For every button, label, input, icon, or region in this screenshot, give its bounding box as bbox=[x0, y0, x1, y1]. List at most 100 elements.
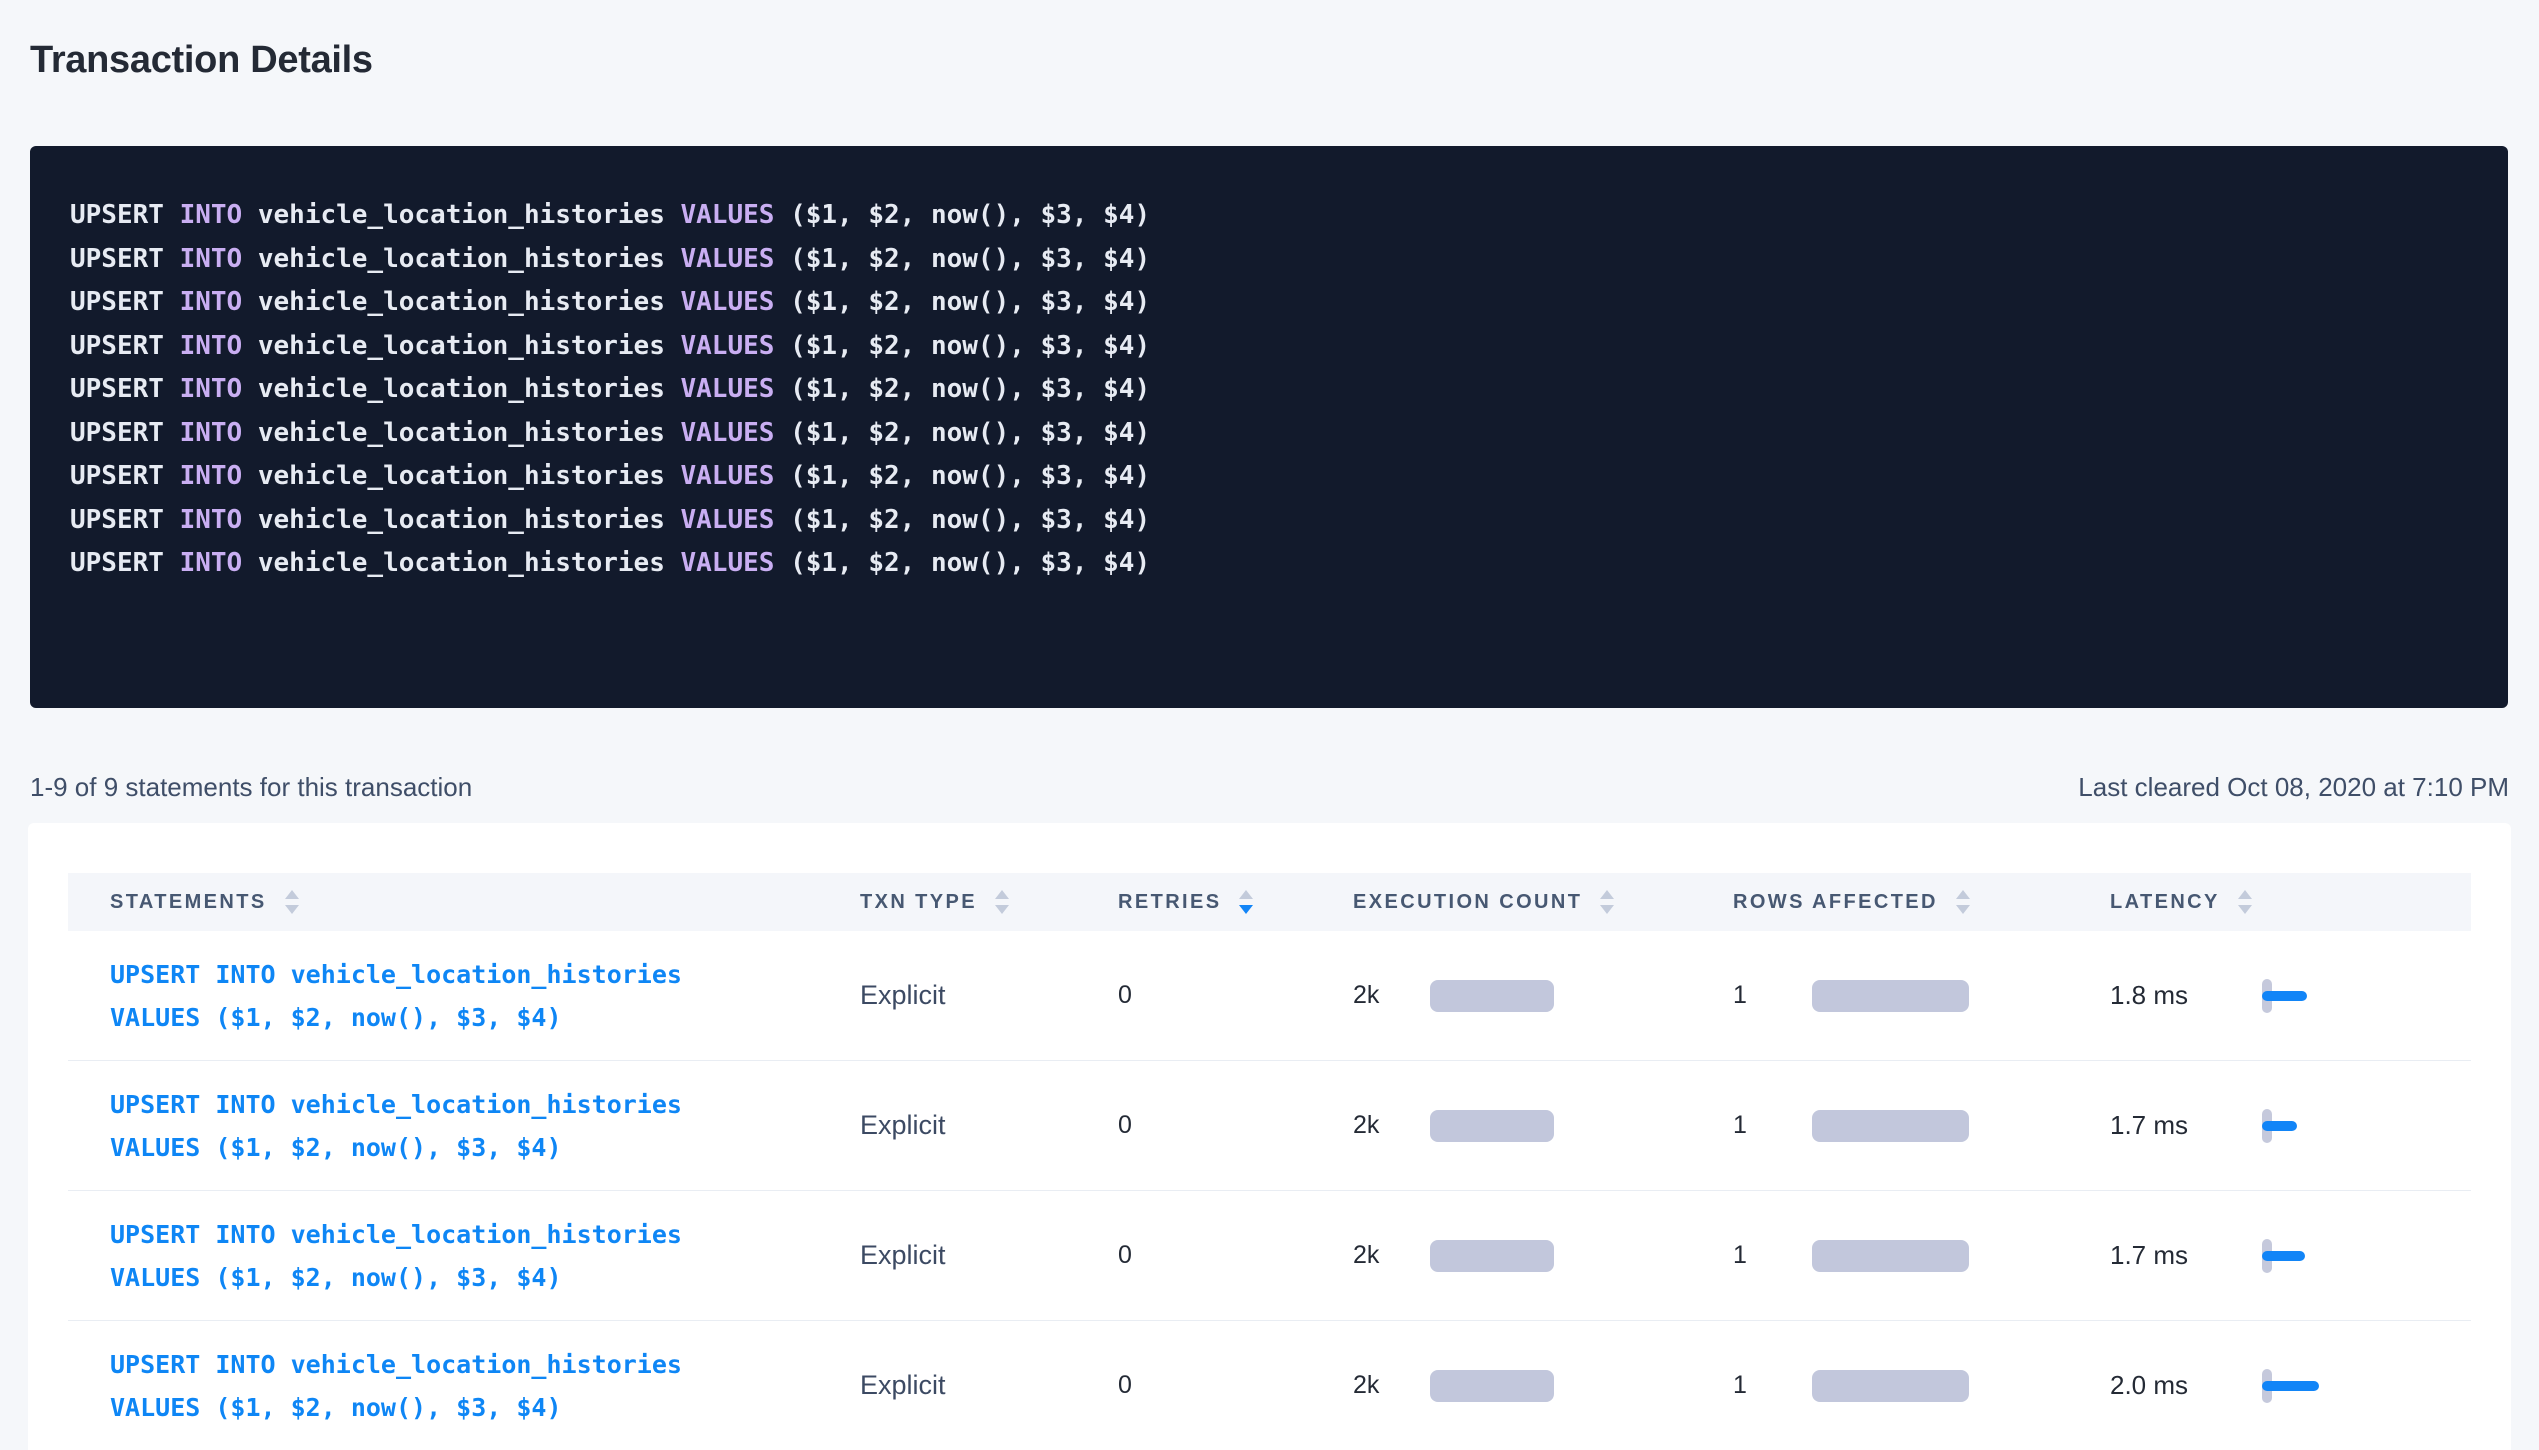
statement-link-line: VALUES ($1, $2, now(), $3, $4) bbox=[110, 1126, 860, 1169]
execution-count-cell: 2k bbox=[1353, 1370, 1733, 1402]
sort-desc-icon bbox=[1956, 905, 1970, 914]
column-header-latency[interactable]: LATENCY bbox=[2110, 890, 2471, 914]
latency-bar bbox=[2262, 1381, 2319, 1391]
latency-value: 1.8 ms bbox=[2110, 980, 2262, 1011]
latency-bar-chart bbox=[2262, 1239, 2305, 1273]
sort-icon[interactable] bbox=[285, 890, 299, 914]
sort-icon[interactable] bbox=[2238, 890, 2252, 914]
sql-keyword: INTO bbox=[180, 200, 243, 230]
sql-keyword: VALUES bbox=[681, 418, 775, 448]
sort-icon[interactable] bbox=[995, 890, 1009, 914]
execution-count-bar bbox=[1430, 1370, 1554, 1402]
sql-keyword: INTO bbox=[180, 374, 243, 404]
latency-cell: 1.7 ms bbox=[2110, 1239, 2471, 1273]
rows-affected-cell: 1 bbox=[1733, 1240, 2110, 1272]
statement-link-line: VALUES ($1, $2, now(), $3, $4) bbox=[110, 1386, 860, 1429]
statement-link-line: UPSERT INTO vehicle_location_histories bbox=[110, 1213, 860, 1256]
execution-count-value: 2k bbox=[1353, 981, 1430, 1010]
column-label-execution-count: EXECUTION COUNT bbox=[1353, 891, 1582, 914]
table-row: UPSERT INTO vehicle_location_historiesVA… bbox=[68, 931, 2471, 1061]
column-header-execution-count[interactable]: EXECUTION COUNT bbox=[1353, 890, 1733, 914]
sort-desc-icon bbox=[2238, 905, 2252, 914]
latency-value: 1.7 ms bbox=[2110, 1110, 2262, 1141]
execution-count-bar bbox=[1430, 980, 1554, 1012]
transaction-details-page: Transaction Details UPSERT INTO vehicle_… bbox=[0, 0, 2539, 1450]
sort-asc-icon bbox=[1600, 890, 1614, 899]
sort-asc-icon bbox=[1239, 890, 1253, 899]
statements-table-card: STATEMENTS TXN TYPE RETRIES EXECUTION COUNT… bbox=[28, 823, 2511, 1450]
page-title: Transaction Details bbox=[30, 39, 373, 82]
sql-code-block: UPSERT INTO vehicle_location_histories V… bbox=[30, 146, 2508, 708]
sql-statement-line: UPSERT INTO vehicle_location_histories V… bbox=[70, 499, 2478, 543]
column-label-statements: STATEMENTS bbox=[110, 891, 267, 914]
table-row: UPSERT INTO vehicle_location_historiesVA… bbox=[68, 1191, 2471, 1321]
sql-keyword: VALUES bbox=[681, 287, 775, 317]
sql-keyword: INTO bbox=[180, 331, 243, 361]
latency-value: 2.0 ms bbox=[2110, 1370, 2262, 1401]
column-label-txn-type: TXN TYPE bbox=[860, 891, 977, 914]
retries-cell: 0 bbox=[1118, 1111, 1353, 1140]
statement-link[interactable]: UPSERT INTO vehicle_location_historiesVA… bbox=[110, 1083, 860, 1169]
sort-asc-icon bbox=[995, 890, 1009, 899]
txn-type-cell: Explicit bbox=[860, 1110, 1118, 1141]
sql-keyword: VALUES bbox=[681, 461, 775, 491]
sql-keyword: VALUES bbox=[681, 331, 775, 361]
statement-link[interactable]: UPSERT INTO vehicle_location_historiesVA… bbox=[110, 1343, 860, 1429]
rows-affected-value: 1 bbox=[1733, 1371, 1812, 1400]
sort-desc-icon bbox=[995, 905, 1009, 914]
sql-keyword: INTO bbox=[180, 244, 243, 274]
execution-count-bar bbox=[1430, 1110, 1554, 1142]
statement-link[interactable]: UPSERT INTO vehicle_location_historiesVA… bbox=[110, 953, 860, 1039]
statement-link[interactable]: UPSERT INTO vehicle_location_historiesVA… bbox=[110, 1213, 860, 1299]
column-label-retries: RETRIES bbox=[1118, 891, 1221, 914]
sql-statement-line: UPSERT INTO vehicle_location_histories V… bbox=[70, 455, 2478, 499]
column-header-rows-affected[interactable]: ROWS AFFECTED bbox=[1733, 890, 2110, 914]
sort-desc-icon bbox=[285, 905, 299, 914]
execution-count-cell: 2k bbox=[1353, 980, 1733, 1012]
sort-asc-icon bbox=[1956, 890, 1970, 899]
latency-bar bbox=[2262, 1121, 2297, 1131]
sort-icon[interactable] bbox=[1956, 890, 1970, 914]
execution-count-value: 2k bbox=[1353, 1371, 1430, 1400]
sort-desc-icon bbox=[1239, 905, 1253, 914]
table-meta-row: 1-9 of 9 statements for this transaction… bbox=[30, 772, 2509, 803]
table-body: UPSERT INTO vehicle_location_historiesVA… bbox=[68, 931, 2471, 1450]
rows-affected-bar bbox=[1812, 1240, 1969, 1272]
table-row: UPSERT INTO vehicle_location_historiesVA… bbox=[68, 1321, 2471, 1450]
statement-link-line: UPSERT INTO vehicle_location_histories bbox=[110, 953, 860, 996]
sql-keyword: INTO bbox=[180, 461, 243, 491]
rows-affected-cell: 1 bbox=[1733, 1370, 2110, 1402]
rows-affected-bar bbox=[1812, 1370, 1969, 1402]
sql-statement-line: UPSERT INTO vehicle_location_histories V… bbox=[70, 238, 2478, 282]
txn-type-cell: Explicit bbox=[860, 1240, 1118, 1271]
sql-keyword: INTO bbox=[180, 505, 243, 535]
column-header-txn-type[interactable]: TXN TYPE bbox=[860, 890, 1118, 914]
rows-affected-cell: 1 bbox=[1733, 980, 2110, 1012]
sql-keyword: INTO bbox=[180, 548, 243, 578]
latency-value: 1.7 ms bbox=[2110, 1240, 2262, 1271]
retries-cell: 0 bbox=[1118, 1371, 1353, 1400]
retries-cell: 0 bbox=[1118, 981, 1353, 1010]
latency-cell: 2.0 ms bbox=[2110, 1369, 2471, 1403]
statement-link-line: UPSERT INTO vehicle_location_histories bbox=[110, 1343, 860, 1386]
latency-bar bbox=[2262, 991, 2307, 1001]
sort-icon[interactable] bbox=[1239, 890, 1253, 914]
execution-count-cell: 2k bbox=[1353, 1240, 1733, 1272]
retries-cell: 0 bbox=[1118, 1241, 1353, 1270]
latency-bar bbox=[2262, 1251, 2305, 1261]
sql-statement-line: UPSERT INTO vehicle_location_histories V… bbox=[70, 368, 2478, 412]
sql-statement-line: UPSERT INTO vehicle_location_histories V… bbox=[70, 412, 2478, 456]
sql-keyword: VALUES bbox=[681, 548, 775, 578]
sql-keyword: VALUES bbox=[681, 374, 775, 404]
sql-keyword: INTO bbox=[180, 418, 243, 448]
sort-icon[interactable] bbox=[1600, 890, 1614, 914]
execution-count-cell: 2k bbox=[1353, 1110, 1733, 1142]
latency-cell: 1.8 ms bbox=[2110, 979, 2471, 1013]
rows-affected-cell: 1 bbox=[1733, 1110, 2110, 1142]
column-header-retries[interactable]: RETRIES bbox=[1118, 890, 1353, 914]
statement-link-line: UPSERT INTO vehicle_location_histories bbox=[110, 1083, 860, 1126]
rows-affected-value: 1 bbox=[1733, 981, 1812, 1010]
column-header-statements[interactable]: STATEMENTS bbox=[110, 890, 860, 914]
execution-count-value: 2k bbox=[1353, 1241, 1430, 1270]
sort-asc-icon bbox=[285, 890, 299, 899]
